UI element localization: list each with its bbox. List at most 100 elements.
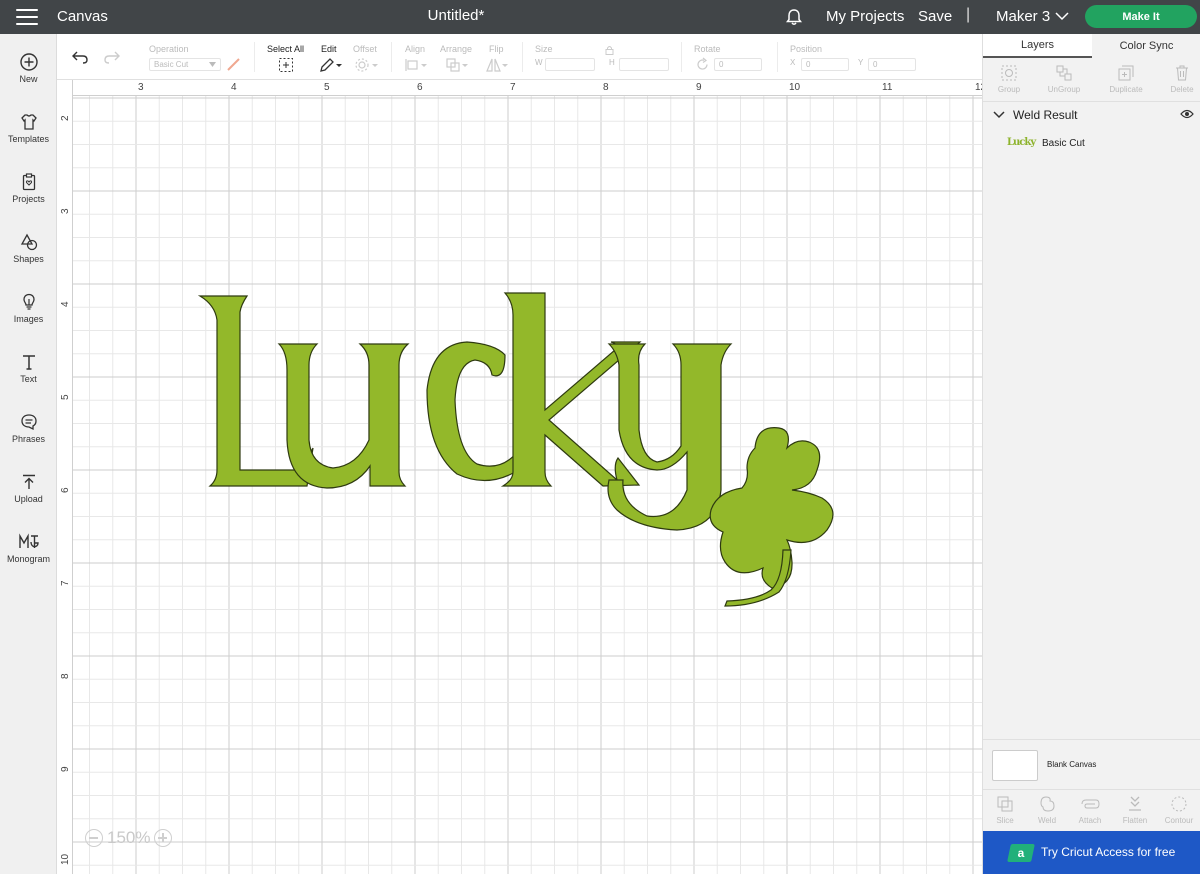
tshirt-icon [20, 114, 37, 130]
group-button[interactable]: Group [982, 62, 1036, 94]
chevron-down-icon[interactable] [1054, 10, 1070, 22]
nav-label: New [19, 74, 38, 84]
caret-down-icon [209, 62, 216, 67]
chevron-down-icon[interactable] [993, 111, 1005, 119]
pen-color-icon[interactable] [225, 56, 241, 72]
cricut-access-banner[interactable]: a Try Cricut Access for free [983, 831, 1200, 874]
ungroup-icon [1056, 65, 1072, 81]
edit-pen-icon[interactable] [319, 57, 343, 73]
slice-icon [997, 796, 1013, 812]
arrange-icon[interactable] [445, 57, 471, 73]
design-canvas[interactable]: 3456789101112 2345678910 150% [57, 80, 982, 874]
flatten-icon [1129, 796, 1141, 811]
text-icon [22, 355, 35, 370]
duplicate-button[interactable]: Duplicate [1099, 62, 1153, 94]
flip-icon[interactable] [485, 57, 511, 73]
speech-bubble-icon [20, 414, 37, 431]
rotate-label: Rotate [694, 44, 721, 54]
slice-button[interactable]: Slice [983, 794, 1027, 825]
nav-label: Templates [7, 134, 50, 144]
tab-layers[interactable]: Layers [983, 34, 1092, 58]
lock-icon[interactable] [605, 45, 614, 55]
align-label: Align [405, 44, 426, 54]
align-icon[interactable] [404, 57, 430, 73]
select-all-label: Select All [267, 44, 305, 54]
zoom-control: 150% [85, 825, 187, 851]
eye-icon[interactable] [1180, 108, 1194, 120]
tab-color-sync[interactable]: Color Sync [1092, 34, 1200, 58]
nav-images[interactable]: Images [0, 280, 57, 336]
flip-label: Flip [489, 44, 504, 54]
weld-button[interactable]: Weld [1025, 794, 1069, 825]
bell-icon[interactable] [784, 7, 804, 27]
nav-label: Text [20, 374, 37, 384]
lucky-shamrock-design[interactable] [57, 80, 982, 874]
cricut-access-text: Try Cricut Access for free [1041, 845, 1176, 859]
width-label: W [535, 58, 543, 67]
nav-phrases[interactable]: Phrases [0, 400, 57, 456]
access-badge-letter: a [1017, 846, 1025, 860]
upload-icon [22, 474, 35, 489]
my-projects-link[interactable]: My Projects [826, 8, 904, 25]
lucky-text [197, 292, 733, 531]
attach-label: Attach [1078, 816, 1102, 825]
width-input[interactable] [545, 58, 595, 71]
flatten-button[interactable]: Flatten [1113, 794, 1157, 825]
offset-icon[interactable] [354, 57, 380, 73]
zoom-out-button[interactable] [85, 829, 103, 847]
plus-circle-icon [19, 53, 38, 71]
weld-icon [1040, 796, 1055, 812]
height-input[interactable] [619, 58, 669, 71]
offset-label: Offset [353, 44, 377, 54]
zoom-in-button[interactable] [154, 829, 173, 847]
nav-text[interactable]: Text [0, 340, 57, 396]
machine-select[interactable]: Maker 3 [996, 8, 1050, 25]
monogram-icon [18, 533, 39, 548]
nav-templates[interactable]: Templates [0, 100, 57, 156]
duplicate-icon [1118, 65, 1134, 81]
nav-upload[interactable]: Upload [0, 460, 57, 516]
delete-label: Delete [1170, 85, 1194, 94]
size-label: Size [535, 44, 553, 54]
toolbar-divider [522, 42, 523, 72]
ungroup-button[interactable]: UnGroup [1037, 62, 1091, 94]
canvas-color-swatch[interactable] [992, 750, 1038, 781]
layer-name: Basic Cut [1042, 138, 1085, 149]
layer-thumbnail: Lucky [1007, 137, 1036, 148]
nav-label: Shapes [13, 254, 44, 264]
undo-icon[interactable] [71, 50, 89, 64]
shapes-icon [20, 233, 37, 251]
rotate-input[interactable]: 0 [714, 58, 762, 71]
lightbulb-icon [22, 293, 35, 310]
layer-group-name: Weld Result [1013, 108, 1078, 122]
make-it-button[interactable]: Make It [1085, 5, 1197, 28]
zoom-level: 150% [107, 828, 151, 847]
attach-button[interactable]: Attach [1068, 794, 1112, 825]
edit-label: Edit [321, 44, 337, 54]
delete-button[interactable]: Delete [1155, 62, 1200, 94]
redo-icon[interactable] [103, 50, 121, 64]
document-title[interactable]: Untitled* [0, 7, 912, 24]
left-sidebar: New Templates Projects Shapes Images Tex… [0, 34, 57, 874]
weld-label: Weld [1037, 816, 1057, 825]
nav-monogram[interactable]: Monogram [0, 520, 57, 576]
position-x-input[interactable]: 0 [801, 58, 849, 71]
blank-canvas-row: Blank Canvas [983, 739, 1200, 789]
layers-panel: Layers Color Sync Group UnGroup Duplicat… [982, 34, 1200, 874]
duplicate-label: Duplicate [1109, 85, 1143, 94]
layer-group-row[interactable]: Weld Result [983, 102, 1200, 128]
contour-button[interactable]: Contour [1157, 794, 1200, 825]
save-button[interactable]: Save [918, 8, 952, 25]
layer-row[interactable]: Lucky Basic Cut [983, 130, 1200, 158]
nav-projects[interactable]: Projects [0, 160, 57, 216]
select-all-icon[interactable] [278, 57, 294, 73]
nav-new[interactable]: New [0, 40, 57, 96]
clipboard-icon [22, 173, 35, 191]
position-y-input[interactable]: 0 [868, 58, 916, 71]
bottom-tools: Slice Weld Attach Flatten Contour [983, 789, 1200, 831]
ungroup-label: UnGroup [1047, 85, 1081, 94]
nav-label: Upload [14, 494, 43, 504]
nav-shapes[interactable]: Shapes [0, 220, 57, 276]
blank-canvas-label: Blank Canvas [1047, 760, 1097, 769]
nav-label: Monogram [6, 554, 51, 564]
